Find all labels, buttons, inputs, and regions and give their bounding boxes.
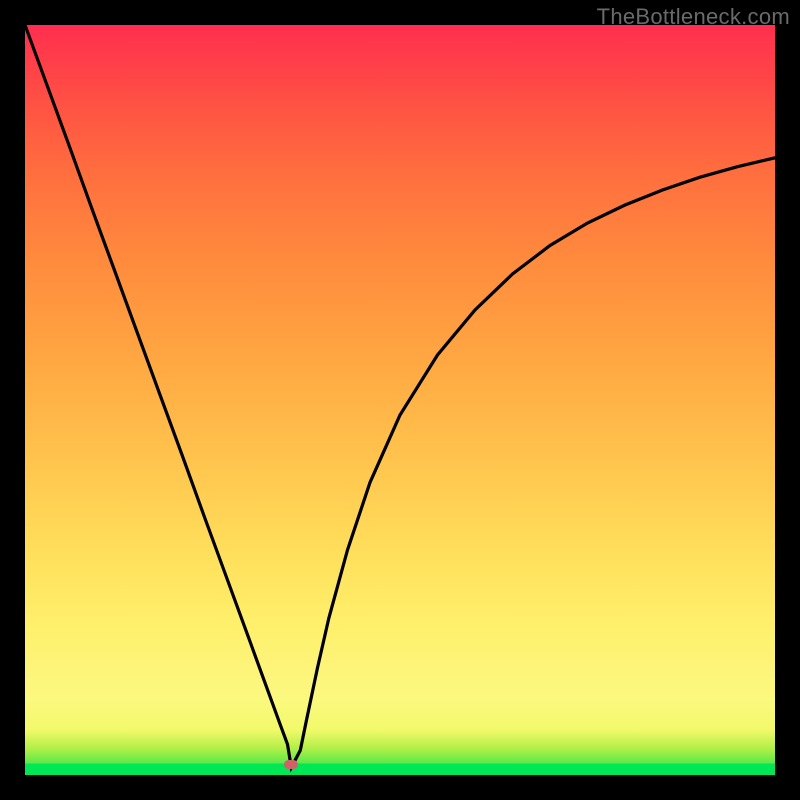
curve-marker — [284, 760, 298, 769]
plot-area — [25, 25, 775, 775]
bottleneck-curve — [25, 25, 775, 775]
chart-frame: TheBottleneck.com — [0, 0, 800, 800]
watermark-text: TheBottleneck.com — [597, 4, 790, 30]
curve-path — [25, 25, 775, 768]
